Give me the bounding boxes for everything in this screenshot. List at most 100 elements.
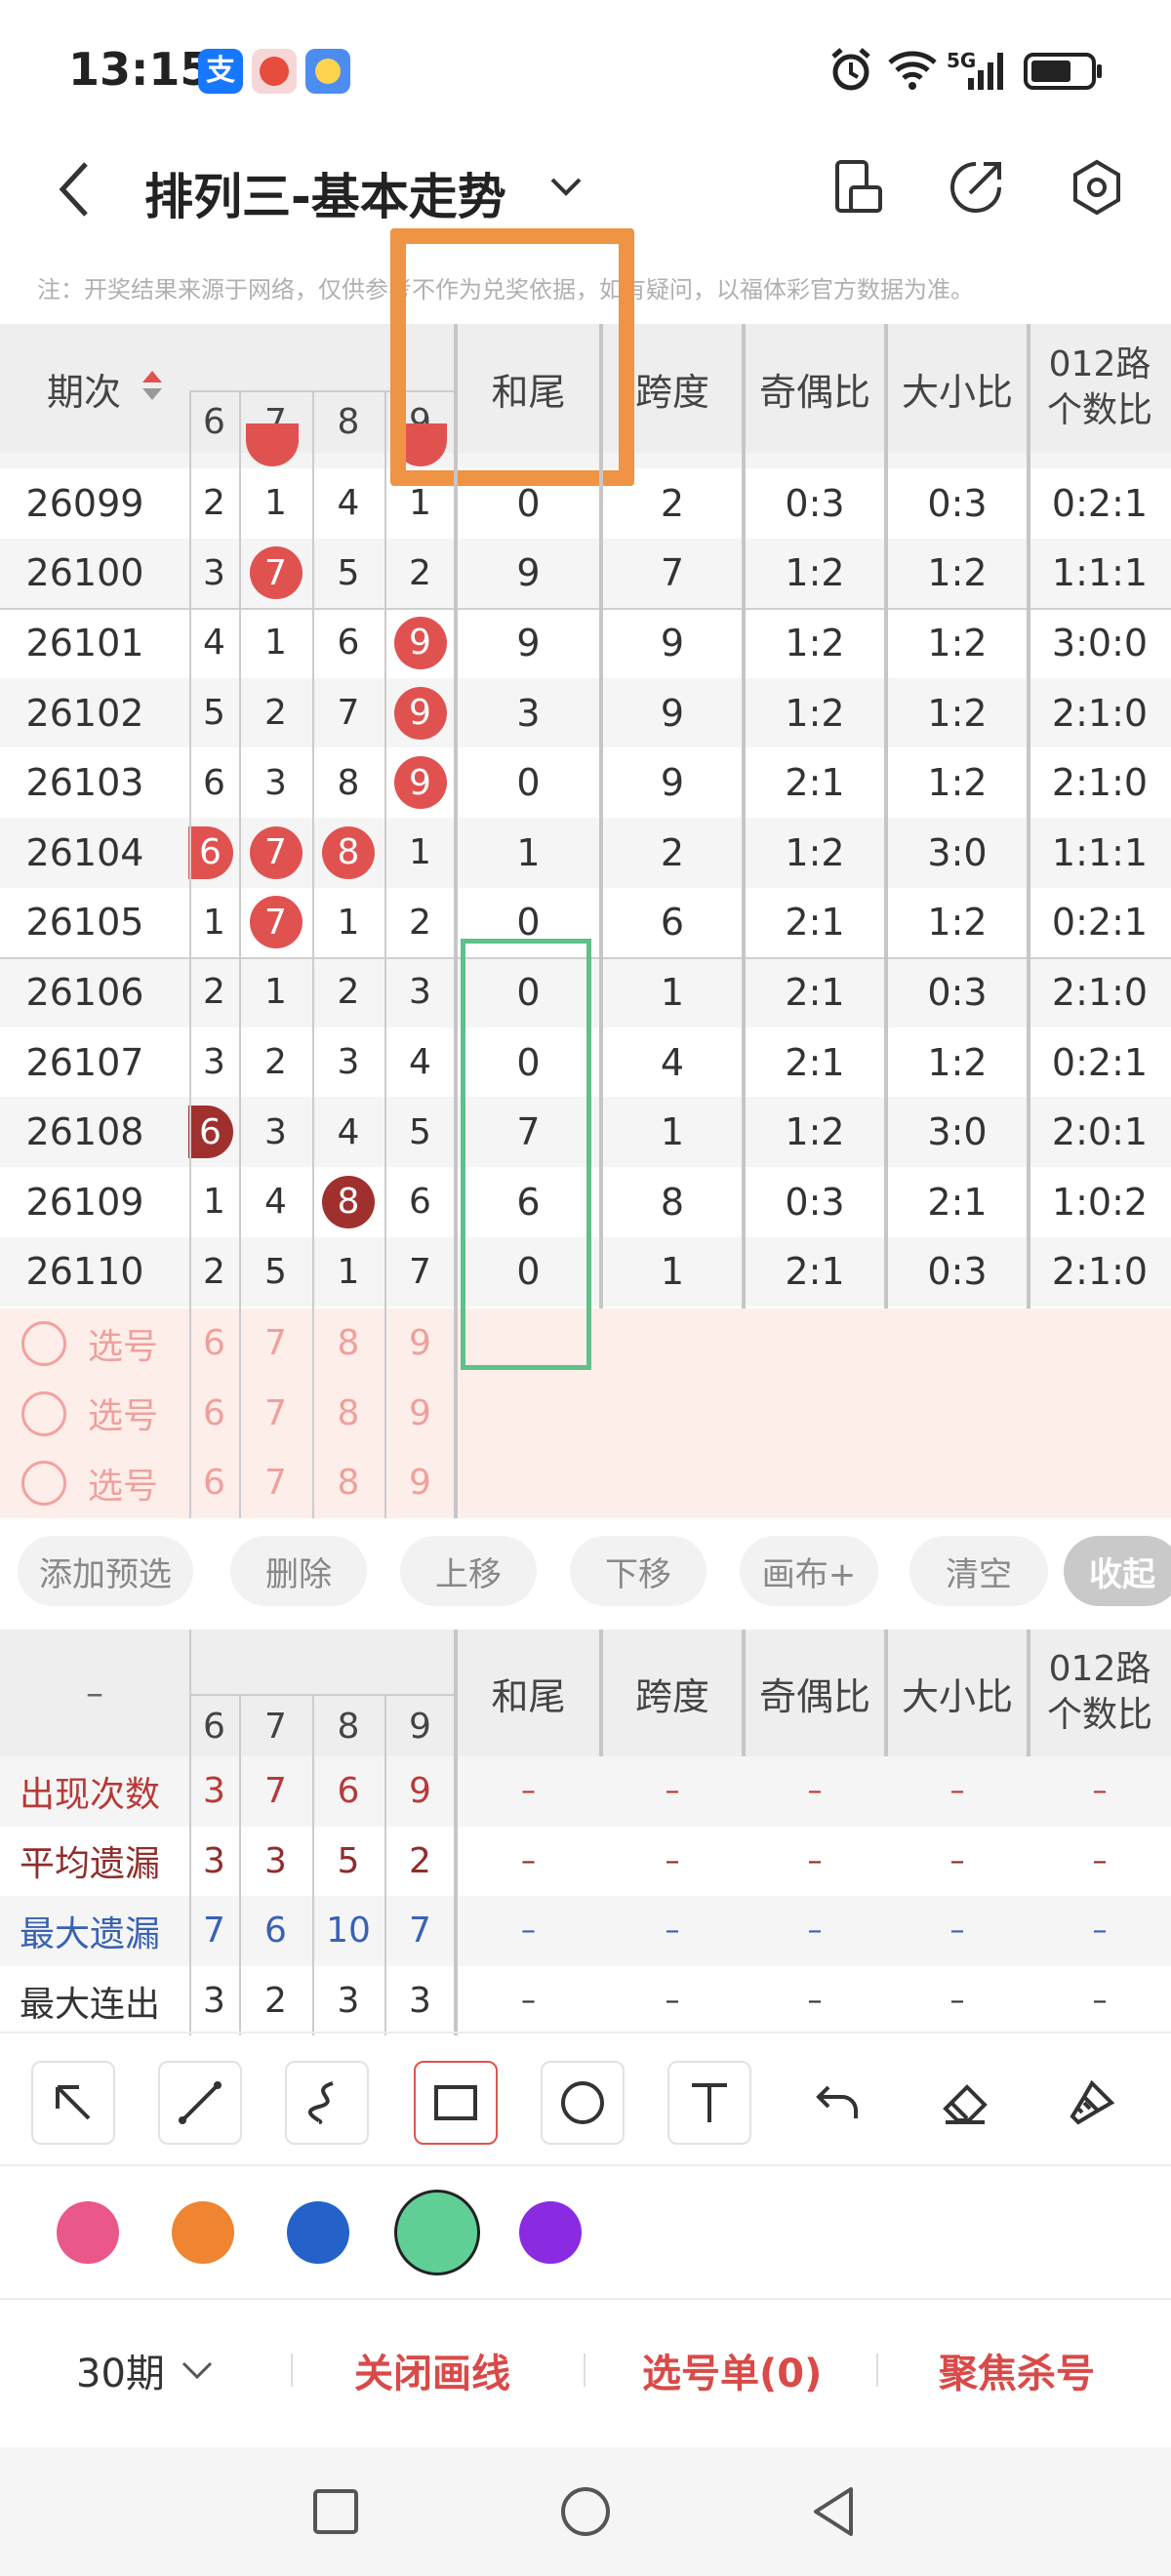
- status-time: 13:15: [68, 43, 212, 96]
- big-small-cell: 1:2: [927, 1040, 988, 1084]
- divider: [0, 2032, 1171, 2033]
- pick-radio[interactable]: [21, 1461, 66, 1507]
- orange-rectangle-annotation[interactable]: [390, 228, 634, 486]
- digit-col-header: 9: [409, 1706, 431, 1747]
- action-button[interactable]: 上移: [400, 1536, 537, 1606]
- col-012-header-line: 012路: [1048, 1649, 1151, 1690]
- stats-label: 最大遗漏: [20, 1913, 161, 1954]
- divider: [1027, 1630, 1030, 1756]
- back-icon[interactable]: [55, 160, 94, 219]
- line-icon: [179, 2081, 222, 2124]
- digit-cell: 4: [264, 1182, 287, 1223]
- route-012-cell: 0:2:1: [1051, 901, 1149, 945]
- action-button[interactable]: 清空: [909, 1536, 1048, 1606]
- action-button[interactable]: 下移: [570, 1536, 707, 1606]
- divider: [0, 2298, 1171, 2300]
- span-cell: 2: [660, 830, 685, 874]
- digit-col-header: 7: [264, 1706, 287, 1747]
- pick-digit: 8: [337, 1392, 360, 1433]
- undo-icon: [816, 2085, 858, 2118]
- circle-tool-button[interactable]: [541, 2061, 625, 2145]
- color-swatch[interactable]: [394, 2190, 480, 2275]
- line-tool-button[interactable]: [158, 2061, 242, 2145]
- odd-even-cell: 1:2: [785, 621, 845, 664]
- arrow-icon: [56, 2085, 91, 2120]
- text-tool-button[interactable]: [667, 2061, 751, 2145]
- stats-label: 出现次数: [20, 1774, 161, 1815]
- stats-empty: –: [665, 1843, 680, 1878]
- circle-icon: [561, 2081, 604, 2124]
- digit-cell: 1: [337, 902, 360, 943]
- span-cell: 9: [660, 621, 685, 664]
- divider: [599, 324, 603, 1308]
- big-small-cell: 0:3: [927, 481, 988, 525]
- pick-radio[interactable]: [21, 1390, 66, 1436]
- pick-radio[interactable]: [21, 1321, 66, 1366]
- digit-cell: 9: [384, 747, 456, 818]
- digit-cell: 3: [264, 762, 287, 803]
- digit-cell: 8: [312, 818, 384, 888]
- brush-tool-button[interactable]: [1050, 2061, 1134, 2145]
- pick-list-button[interactable]: 选号单(0): [642, 2342, 822, 2398]
- color-swatch[interactable]: [57, 2201, 119, 2264]
- action-button[interactable]: 删除: [230, 1536, 367, 1606]
- digit-cell: 2: [409, 902, 431, 943]
- sort-up-icon[interactable]: [142, 371, 162, 382]
- close-draw-button[interactable]: 关闭画线: [354, 2342, 510, 2398]
- col-header: 和尾: [491, 1674, 566, 1718]
- back-nav-icon[interactable]: [808, 2484, 859, 2539]
- chevron-down-icon[interactable]: [180, 2359, 215, 2383]
- action-button[interactable]: 收起: [1064, 1536, 1171, 1606]
- digit-col-header: 8: [337, 1706, 360, 1747]
- digit-cell: 7: [337, 693, 360, 734]
- curve-tool-button[interactable]: [285, 2061, 369, 2145]
- pick-label[interactable]: 选号: [88, 1308, 158, 1379]
- divider: [742, 1630, 746, 1756]
- issue-number: 26102: [25, 691, 144, 735]
- divider: [584, 2354, 586, 2387]
- color-swatch[interactable]: [287, 2201, 349, 2264]
- route-012-cell: 2:1:0: [1051, 691, 1149, 735]
- settings-icon[interactable]: [1068, 158, 1126, 217]
- color-swatch[interactable]: [519, 2201, 582, 2264]
- pick-label[interactable]: 选号: [88, 1379, 158, 1449]
- app-notification-icon: [252, 49, 297, 94]
- color-swatch[interactable]: [172, 2201, 234, 2264]
- chevron-down-icon[interactable]: [548, 172, 584, 201]
- action-button[interactable]: 画布+: [740, 1536, 878, 1606]
- digit-cell: 2: [264, 1042, 287, 1083]
- share-icon[interactable]: [947, 158, 1005, 217]
- issue-number: 26101: [25, 621, 144, 664]
- divider: [239, 390, 241, 1518]
- eraser-tool-button[interactable]: [923, 2061, 1007, 2145]
- stats-empty: –: [665, 1774, 680, 1809]
- stats-empty: –: [1092, 1984, 1108, 2019]
- sort-down-icon[interactable]: [142, 388, 162, 400]
- rectangle-tool-button[interactable]: [414, 2061, 498, 2145]
- digit-col-header: 6: [203, 1706, 225, 1747]
- pick-label[interactable]: 选号: [88, 1448, 158, 1518]
- big-small-cell: 1:2: [927, 901, 988, 945]
- home-icon[interactable]: [558, 2484, 613, 2539]
- divider: [312, 390, 314, 1518]
- page-title[interactable]: 排列三-基本走势: [144, 158, 506, 228]
- stats-empty: –: [521, 1913, 536, 1949]
- digit-cell: 2: [203, 972, 225, 1013]
- arrow-tool-button[interactable]: [31, 2061, 115, 2145]
- action-button[interactable]: 添加预选: [18, 1536, 193, 1606]
- undo-tool-button[interactable]: [796, 2061, 880, 2145]
- focus-kill-button[interactable]: 聚焦杀号: [939, 2342, 1095, 2398]
- period-select[interactable]: 30期: [76, 2342, 165, 2398]
- digit-ball: 7: [249, 896, 303, 949]
- odd-even-cell: 1:2: [785, 551, 845, 595]
- rotate-screen-icon[interactable]: [831, 158, 886, 217]
- issue-number: 26099: [25, 481, 144, 525]
- stats-empty: –: [949, 1774, 965, 1809]
- green-rectangle-annotation[interactable]: [461, 939, 591, 1370]
- digit-ball: 8: [322, 825, 375, 879]
- issue-number: 26104: [25, 830, 144, 874]
- big-small-cell: 3:0: [927, 1110, 988, 1154]
- stats-empty: –: [949, 1984, 965, 2019]
- recents-icon[interactable]: [310, 2486, 361, 2537]
- digit-cell: 3: [337, 1042, 360, 1083]
